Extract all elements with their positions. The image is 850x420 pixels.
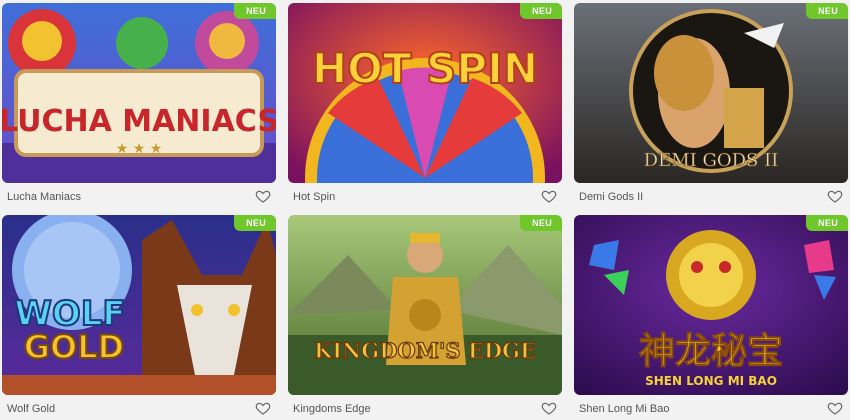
shen-long-mi-bao-artwork: 神龙秘宝 SHEN LONG MI BAO <box>574 215 848 395</box>
new-badge: NEU <box>806 215 848 231</box>
game-title: Wolf Gold <box>7 403 56 415</box>
heart-outline-icon[interactable] <box>827 400 843 416</box>
art-title-text: SHEN LONG MI BAO <box>645 374 777 388</box>
new-badge: NEU <box>520 3 562 19</box>
game-title: Lucha Maniacs <box>7 191 81 203</box>
art-title-line2: GOLD <box>24 328 124 366</box>
heart-outline-icon[interactable] <box>255 400 271 416</box>
art-title-text: DEMI GODS II <box>644 150 779 171</box>
game-title: Demi Gods II <box>579 191 644 203</box>
heart-outline-icon[interactable] <box>827 188 843 204</box>
new-badge: NEU <box>806 3 848 19</box>
game-card-hot-spin[interactable]: HOT SPIN NEU Hot Spin <box>288 3 562 208</box>
game-card-demi-gods-ii[interactable]: DEMI GODS II NEU Demi Gods II <box>574 3 848 208</box>
hot-spin-artwork: HOT SPIN <box>288 3 562 183</box>
heart-outline-icon[interactable] <box>541 188 557 204</box>
game-thumbnail[interactable]: KINGDOM'S EDGE NEU <box>288 215 562 395</box>
art-title-text: LUCHA MANIACS <box>2 104 276 139</box>
art-title-text: KINGDOM'S EDGE <box>314 338 536 363</box>
game-grid: LUCHA MANIACS ★ ★ ★ NEU Lucha Maniacs HO… <box>0 0 850 420</box>
game-card-wolf-gold[interactable]: WOLF GOLD NEU Wolf Gold <box>2 215 276 420</box>
new-badge: NEU <box>234 215 276 231</box>
game-thumbnail[interactable]: LUCHA MANIACS ★ ★ ★ NEU <box>2 3 276 183</box>
art-title-cn: 神龙秘宝 <box>639 331 783 372</box>
game-title: Shen Long Mi Bao <box>579 403 670 415</box>
game-thumbnail[interactable]: HOT SPIN NEU <box>288 3 562 183</box>
game-thumbnail[interactable]: 神龙秘宝 SHEN LONG MI BAO NEU <box>574 215 848 395</box>
game-title: Hot Spin <box>293 191 336 203</box>
wolf-gold-artwork: WOLF GOLD <box>2 215 276 395</box>
art-title-text: HOT SPIN <box>312 44 538 93</box>
svg-text:★ ★ ★: ★ ★ ★ <box>116 141 163 157</box>
game-card-shen-long-mi-bao[interactable]: 神龙秘宝 SHEN LONG MI BAO NEU Shen Long Mi B… <box>574 215 848 420</box>
game-title: Kingdoms Edge <box>293 403 371 415</box>
new-badge: NEU <box>234 3 276 19</box>
heart-outline-icon[interactable] <box>541 400 557 416</box>
demi-gods-ii-artwork: DEMI GODS II <box>574 3 848 183</box>
game-thumbnail[interactable]: WOLF GOLD NEU <box>2 215 276 395</box>
lucha-maniacs-artwork: LUCHA MANIACS ★ ★ ★ <box>2 3 276 183</box>
game-card-kingdoms-edge[interactable]: KINGDOM'S EDGE NEU Kingdoms Edge <box>288 215 562 420</box>
game-card-lucha-maniacs[interactable]: LUCHA MANIACS ★ ★ ★ NEU Lucha Maniacs <box>2 3 276 208</box>
game-thumbnail[interactable]: DEMI GODS II NEU <box>574 3 848 183</box>
kingdoms-edge-artwork: KINGDOM'S EDGE <box>288 215 562 395</box>
heart-outline-icon[interactable] <box>255 188 271 204</box>
new-badge: NEU <box>520 215 562 231</box>
